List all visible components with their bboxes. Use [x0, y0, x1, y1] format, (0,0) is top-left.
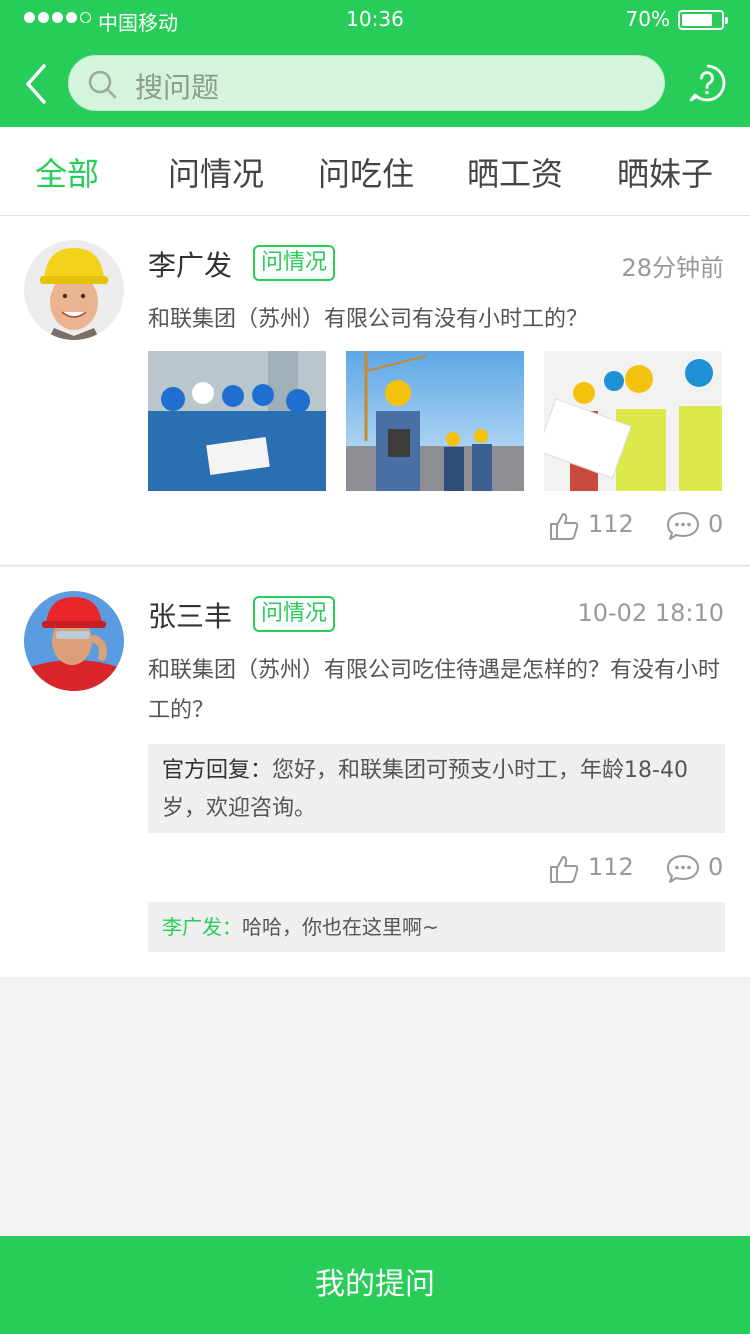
search-placeholder: 搜问题 — [135, 71, 220, 104]
post-tag-badge: 问情况 — [253, 245, 336, 281]
post-author[interactable]: 张三丰 — [148, 595, 232, 635]
comment-button[interactable]: 0 — [666, 508, 728, 544]
reply-author[interactable]: 李广发： — [162, 915, 242, 939]
post-time: 10-02 18:10 — [577, 599, 724, 627]
reply-text: 哈哈，你也在这里啊~ — [242, 915, 439, 939]
status-bar: 中国移动 10:36 70% — [0, 0, 750, 40]
search-input[interactable]: 搜问题 — [68, 55, 665, 111]
official-reply: 官方回复：您好，和联集团可预支小时工，年龄18-40岁，欢迎咨询。 — [148, 744, 725, 833]
tab-ask-food-lodging[interactable]: 问吃住 — [291, 149, 441, 195]
help-button[interactable] — [687, 63, 727, 103]
tab-ask-status[interactable]: 问情况 — [141, 149, 291, 195]
avatar[interactable] — [24, 591, 124, 691]
avatar[interactable] — [24, 240, 124, 340]
post-card[interactable]: 李广发 问情况 28分钟前 和联集团（苏州）有限公司有没有小时工的？ 112 0 — [0, 216, 750, 566]
chevron-left-icon — [26, 64, 46, 104]
back-button[interactable] — [20, 60, 54, 108]
like-count: 112 — [588, 510, 634, 538]
thumbs-up-icon — [550, 856, 579, 883]
post-photo[interactable] — [346, 351, 524, 491]
post-author[interactable]: 李广发 — [148, 244, 232, 284]
comment-count: 0 — [708, 510, 724, 538]
post-time: 28分钟前 — [621, 254, 724, 282]
help-icon — [689, 64, 726, 102]
like-count: 112 — [588, 853, 634, 881]
thumbs-up-icon — [550, 513, 579, 540]
category-tabs: 全部 问情况 问吃住 晒工资 晒妹子 — [0, 127, 750, 216]
comment-icon — [667, 855, 699, 883]
post-photo[interactable] — [148, 351, 326, 491]
post-tag-badge: 问情况 — [253, 596, 336, 632]
battery-percent: 70% — [625, 7, 670, 31]
post-question[interactable]: 和联集团（苏州）有限公司吃住待遇是怎样的？有没有小时工的？ — [148, 651, 728, 731]
comment-count: 0 — [708, 853, 724, 881]
tab-all[interactable]: 全部 — [0, 149, 142, 195]
tab-share-salary[interactable]: 晒工资 — [440, 149, 590, 195]
comment-button[interactable]: 0 — [666, 851, 728, 887]
search-icon — [88, 70, 117, 99]
battery-icon — [678, 10, 728, 30]
post-photo[interactable] — [544, 351, 722, 491]
like-button[interactable]: 112 — [548, 508, 648, 544]
like-button[interactable]: 112 — [548, 851, 648, 887]
post-question[interactable]: 和联集团（苏州）有限公司有没有小时工的？ — [148, 300, 728, 340]
tab-share-girls[interactable]: 晒妹子 — [590, 149, 740, 195]
top-bar: 中国移动 10:36 70% 搜问题 — [0, 0, 750, 127]
official-reply-label: 官方回复： — [162, 758, 273, 783]
comment-icon — [667, 512, 699, 540]
post-card[interactable]: 张三丰 问情况 10-02 18:10 和联集团（苏州）有限公司吃住待遇是怎样的… — [0, 567, 750, 977]
my-questions-button[interactable]: 我的提问 — [0, 1236, 750, 1334]
user-reply[interactable]: 李广发：哈哈，你也在这里啊~ — [148, 902, 725, 952]
